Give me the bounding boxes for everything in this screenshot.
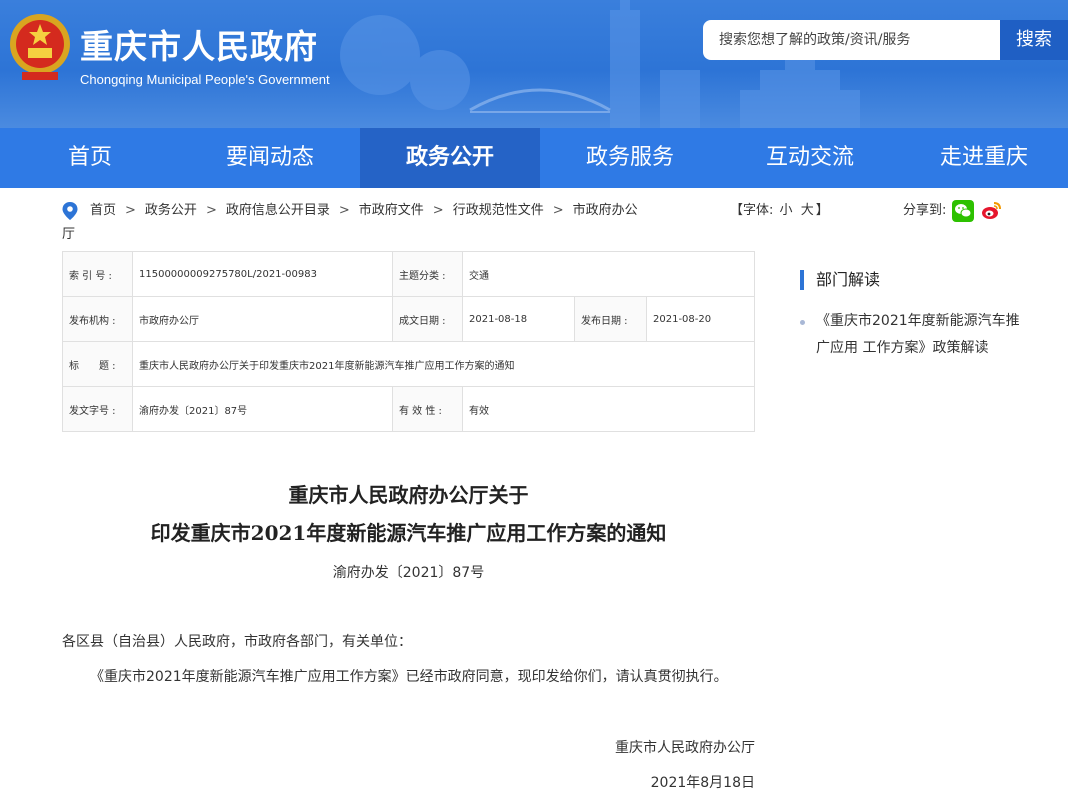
national-emblem-icon: [10, 14, 70, 80]
main-nav: 首页 要闻动态 政务公开 政务服务 互动交流 走进重庆: [0, 128, 1068, 188]
article-salutation: 各区县（自治县）人民政府，市政府各部门，有关单位：: [62, 634, 412, 650]
font-size-control: 【字体: 小 大】: [730, 199, 829, 223]
document-meta-table: 索 引 号 : 11500000009275780L/2021-00983 主题…: [62, 251, 755, 432]
site-title[interactable]: 重庆市人民政府: [80, 20, 318, 68]
site-header: 重庆市人民政府 Chongqing Municipal People's Gov…: [0, 0, 1068, 128]
breadcrumb-separator: >: [125, 203, 136, 218]
weibo-icon[interactable]: [980, 200, 1002, 222]
article-issuer: 重庆市人民政府办公厅: [615, 740, 755, 756]
breadcrumb: 首页 > 政务公开 > 政府信息公开目录 > 市政府文件 > 行政规范性文件 > 市政府办公厅: [62, 199, 642, 247]
breadcrumb-separator: >: [205, 203, 217, 218]
share-label: 分享到:: [903, 203, 947, 218]
nav-item-interaction[interactable]: 互动交流: [720, 128, 900, 188]
nav-item-services[interactable]: 政务服务: [540, 128, 720, 188]
breadcrumb-normative-documents[interactable]: 行政规范性文件: [453, 203, 544, 218]
docno-value: 渝府办发〔2021〕87号: [132, 386, 393, 432]
font-size-suffix: 】: [815, 203, 829, 218]
search-button[interactable]: 搜索: [1000, 20, 1068, 60]
breadcrumb-separator: >: [338, 203, 350, 218]
bullet-dot-icon: [800, 320, 805, 325]
published-date-value: 2021-08-20: [646, 296, 755, 342]
article-date: 2021年8月18日: [650, 775, 755, 791]
breadcrumb-info-catalog[interactable]: 政府信息公开目录: [226, 203, 330, 218]
title-value: 重庆市人民政府办公厅关于印发重庆市2021年度新能源汽车推广应用工作方案的通知: [132, 341, 755, 387]
index-value: 11500000009275780L/2021-00983: [132, 251, 393, 297]
font-size-large-button[interactable]: 大: [801, 203, 814, 218]
nav-item-chongqing[interactable]: 走进重庆: [900, 128, 1068, 188]
index-label: 索 引 号 :: [62, 251, 133, 297]
breadcrumb-gov-affairs[interactable]: 政务公开: [145, 203, 197, 218]
wechat-icon[interactable]: [952, 200, 975, 222]
breadcrumb-home[interactable]: 首页: [90, 203, 116, 218]
search-input[interactable]: [703, 20, 1000, 60]
publisher-value: 市政府办公厅: [132, 296, 393, 342]
nav-item-news[interactable]: 要闻动态: [180, 128, 360, 188]
sidebar-heading: 部门解读: [800, 270, 880, 290]
sidebar-policy-interpretation-link[interactable]: 《重庆市2021年度新能源汽车推广应用 工作方案》政策解读: [816, 308, 1026, 362]
article-title-line-1: 重庆市人民政府办公厅关于: [288, 483, 529, 507]
title-label: 标 题 :: [62, 341, 133, 387]
article-body: 《重庆市2021年度新能源汽车推广应用工作方案》已经市政府同意，现印发给你们，请…: [90, 669, 728, 685]
publisher-label: 发布机构 :: [62, 296, 133, 342]
font-size-small-button[interactable]: 小: [780, 203, 793, 218]
share-bar: 分享到:: [903, 199, 1002, 223]
docno-label: 发文字号 :: [62, 386, 133, 432]
validity-label: 有 效 性 :: [392, 386, 463, 432]
created-date-label: 成文日期 :: [392, 296, 463, 342]
breadcrumb-separator: >: [432, 203, 444, 218]
validity-value: 有效: [462, 386, 755, 432]
subject-label: 主题分类 :: [392, 251, 463, 297]
nav-item-home[interactable]: 首页: [0, 128, 180, 188]
article-doc-number: 渝府办发〔2021〕87号: [332, 565, 485, 581]
breadcrumb-gov-documents[interactable]: 市政府文件: [359, 203, 424, 218]
site-subtitle: Chongqing Municipal People's Government: [80, 72, 330, 87]
nav-item-gov-affairs[interactable]: 政务公开: [360, 128, 540, 188]
font-size-prefix: 【字体:: [730, 203, 774, 218]
published-date-label: 发布日期 :: [574, 296, 647, 342]
created-date-value: 2021-08-18: [462, 296, 575, 342]
location-pin-icon: [62, 201, 78, 220]
breadcrumb-separator: >: [552, 203, 564, 218]
article-title-line-2: 印发重庆市2021年度新能源汽车推广应用工作方案的通知: [150, 521, 667, 545]
subject-value: 交通: [462, 251, 755, 297]
